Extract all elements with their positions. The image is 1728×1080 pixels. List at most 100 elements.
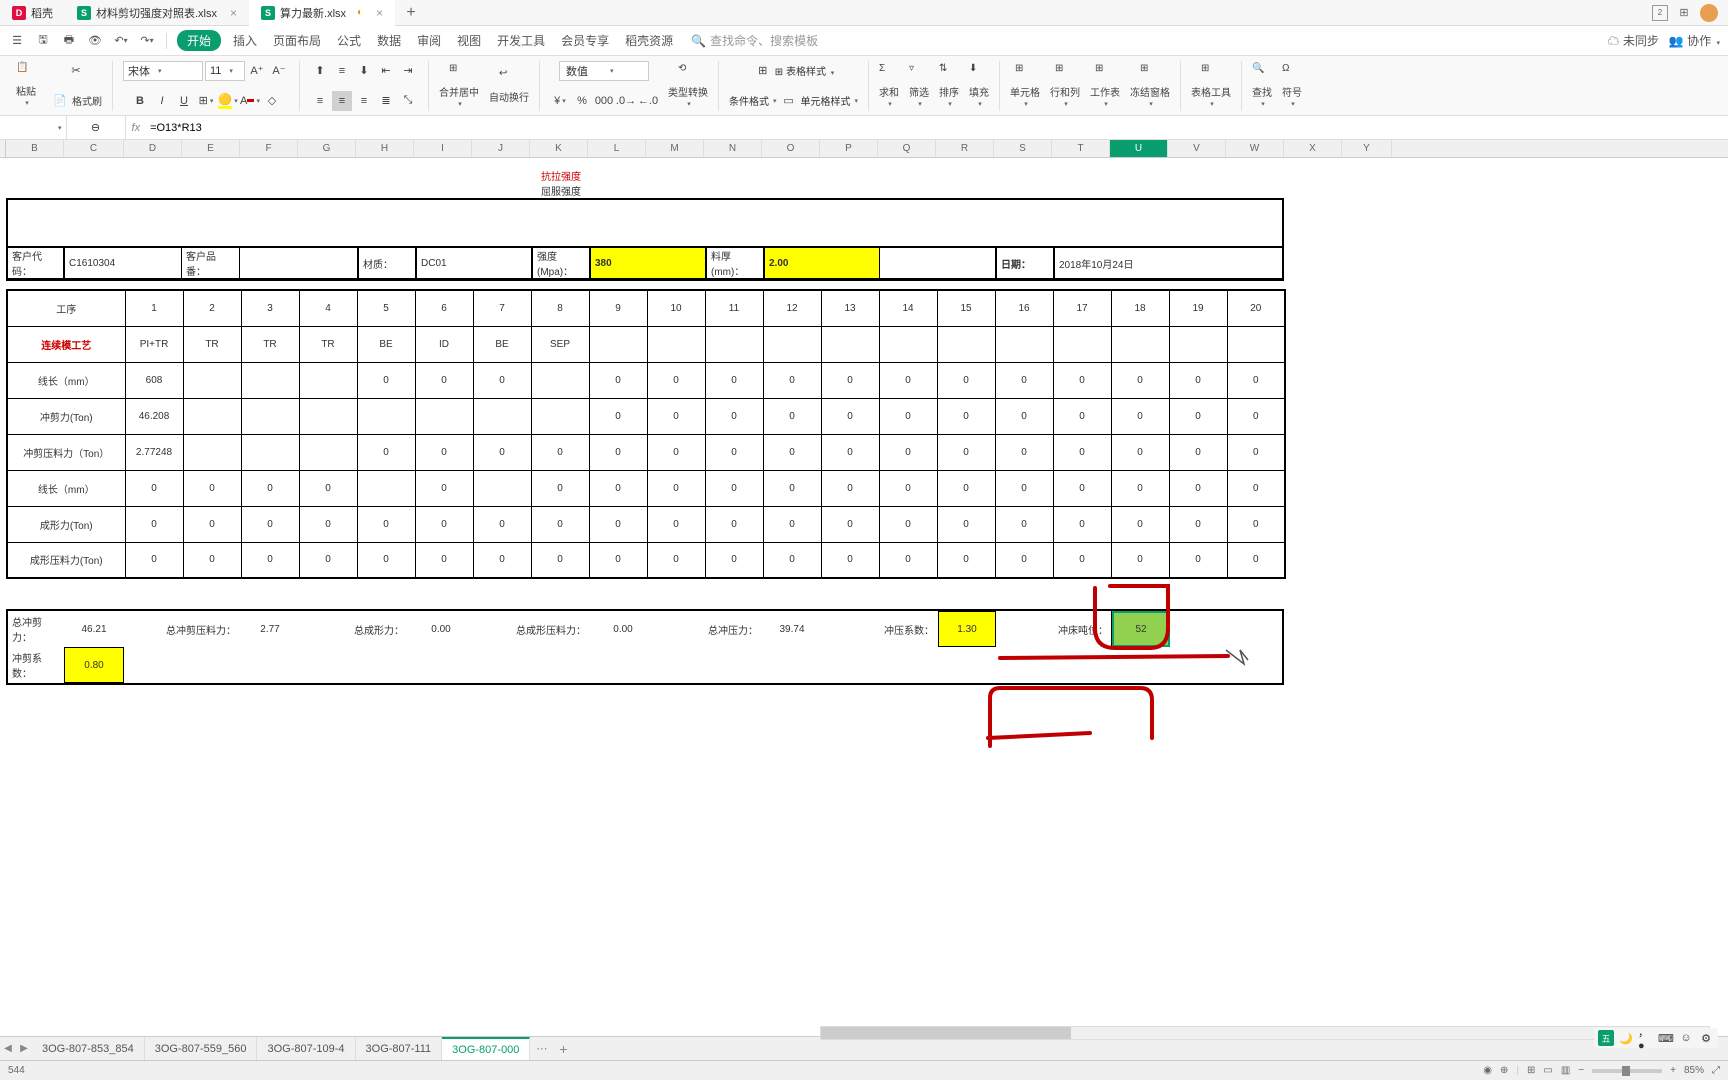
data-cell[interactable]: 0 <box>299 542 357 578</box>
data-cell[interactable]: 0 <box>125 542 183 578</box>
find-button[interactable]: 🔍查找▾ <box>1248 61 1276 110</box>
name-box-dropdown[interactable]: ▾ <box>54 124 66 132</box>
zoom-in-icon[interactable]: + <box>1670 1065 1676 1076</box>
data-cell[interactable]: 0 <box>473 434 531 470</box>
data-cell[interactable]: 0 <box>531 542 589 578</box>
save-icon[interactable]: 🖫 <box>34 32 52 50</box>
data-cell[interactable]: 0 <box>995 542 1053 578</box>
font-color-button[interactable]: A▾ <box>240 91 260 111</box>
column-header[interactable]: X <box>1284 140 1342 157</box>
column-header[interactable]: K <box>530 140 588 157</box>
nav-next-icon[interactable]: ▶ <box>16 1041 32 1057</box>
data-cell[interactable]: 0 <box>879 542 937 578</box>
menu-start[interactable]: 开始 <box>177 30 221 51</box>
data-cell[interactable]: 0 <box>241 542 299 578</box>
wrap-button[interactable]: ↩自动换行 <box>485 66 533 106</box>
data-cell[interactable]: 0 <box>647 362 705 398</box>
data-cell[interactable]: 0 <box>937 398 995 434</box>
data-cell[interactable]: 0 <box>763 398 821 434</box>
column-header[interactable]: J <box>472 140 530 157</box>
data-cell[interactable]: 0 <box>473 506 531 542</box>
font-grow-icon[interactable]: A⁺ <box>247 61 267 81</box>
undo-icon[interactable]: ↶▾ <box>112 32 130 50</box>
data-cell[interactable]: 0 <box>1053 506 1111 542</box>
data-cell[interactable]: BE <box>473 326 531 362</box>
data-cell[interactable]: 0 <box>299 470 357 506</box>
column-header[interactable]: B <box>6 140 64 157</box>
data-cell[interactable]: 0 <box>1169 470 1227 506</box>
font-size-select[interactable]: 11▾ <box>205 61 245 81</box>
cond-fmt-button[interactable]: 条件格式 <box>729 93 769 108</box>
sum-button[interactable]: Σ求和▾ <box>875 61 903 110</box>
data-cell[interactable]: 0 <box>183 470 241 506</box>
add-sheet-icon[interactable]: + <box>553 1041 573 1057</box>
data-cell[interactable]: 0 <box>589 506 647 542</box>
data-cell[interactable]: 0 <box>241 506 299 542</box>
data-cell[interactable]: 2 <box>183 290 241 326</box>
data-cell[interactable] <box>1111 326 1169 362</box>
data-cell[interactable]: 0 <box>821 434 879 470</box>
data-cell[interactable]: 0 <box>1169 434 1227 470</box>
data-cell[interactable]: SEP <box>531 326 589 362</box>
data-cell[interactable] <box>241 362 299 398</box>
print-icon[interactable]: 🖶 <box>60 32 78 50</box>
data-cell[interactable] <box>763 326 821 362</box>
data-cell[interactable]: 12 <box>763 290 821 326</box>
data-cell[interactable]: 0 <box>821 470 879 506</box>
horizontal-scrollbar[interactable] <box>820 1026 1710 1040</box>
menu-layout[interactable]: 页面布局 <box>269 32 325 49</box>
table-format-button[interactable]: ⊞ 表格样式 ▾ <box>775 63 834 78</box>
data-cell[interactable]: 0 <box>1227 506 1285 542</box>
data-cell[interactable] <box>705 326 763 362</box>
data-cell[interactable]: 0 <box>1111 506 1169 542</box>
font-shrink-icon[interactable]: A⁻ <box>269 61 289 81</box>
data-cell[interactable] <box>1053 326 1111 362</box>
data-cell[interactable]: 0 <box>879 470 937 506</box>
data-cell[interactable]: 0 <box>589 434 647 470</box>
column-header[interactable]: I <box>414 140 472 157</box>
menu-review[interactable]: 审阅 <box>413 32 445 49</box>
data-cell[interactable]: 0 <box>1053 398 1111 434</box>
fill-color-button[interactable]: 🟡▾ <box>218 91 238 111</box>
data-cell[interactable]: 0 <box>763 542 821 578</box>
data-cell[interactable] <box>415 398 473 434</box>
menu-dev[interactable]: 开发工具 <box>493 32 549 49</box>
column-header[interactable]: R <box>936 140 994 157</box>
data-cell[interactable]: 0 <box>1111 362 1169 398</box>
data-cell[interactable]: 0 <box>1053 362 1111 398</box>
data-cell[interactable]: 0 <box>1053 542 1111 578</box>
collab-button[interactable]: 👥 协作 ▾ <box>1669 32 1720 49</box>
nav-prev-icon[interactable]: ◀ <box>0 1041 16 1057</box>
copy-icon[interactable]: 📄 <box>50 91 70 111</box>
column-header[interactable]: H <box>356 140 414 157</box>
indent-dec-icon[interactable]: ⇤ <box>376 61 396 81</box>
data-cell[interactable]: 0 <box>821 398 879 434</box>
data-cell[interactable]: 0 <box>995 470 1053 506</box>
data-cell[interactable]: 0 <box>821 542 879 578</box>
avatar[interactable] <box>1700 4 1718 22</box>
data-cell[interactable]: 0 <box>415 470 473 506</box>
data-cell[interactable]: ID <box>415 326 473 362</box>
data-cell[interactable]: 0 <box>647 506 705 542</box>
data-cell[interactable]: 0 <box>763 362 821 398</box>
data-cell[interactable]: 20 <box>1227 290 1285 326</box>
data-cell[interactable]: 0 <box>1053 434 1111 470</box>
underline-button[interactable]: U <box>174 91 194 111</box>
data-cell[interactable]: 5 <box>357 290 415 326</box>
data-cell[interactable]: 0 <box>1227 470 1285 506</box>
data-cell[interactable] <box>299 434 357 470</box>
data-cell[interactable]: 10 <box>647 290 705 326</box>
zoom-out-icon[interactable]: − <box>1578 1065 1584 1076</box>
smile-icon[interactable]: ☺ <box>1678 1030 1694 1046</box>
sheet-tab[interactable]: 3OG-807-109-4 <box>257 1037 355 1061</box>
data-cell[interactable]: 0 <box>357 506 415 542</box>
data-cell[interactable]: 0 <box>531 470 589 506</box>
data-cell[interactable]: 0 <box>125 470 183 506</box>
data-cell[interactable]: BE <box>357 326 415 362</box>
sort-button[interactable]: ⇅排序▾ <box>935 61 963 110</box>
column-header[interactable]: W <box>1226 140 1284 157</box>
column-header[interactable]: D <box>124 140 182 157</box>
data-cell[interactable]: 0 <box>647 542 705 578</box>
align-middle-icon[interactable]: ≡ <box>332 61 352 81</box>
column-header[interactable]: Q <box>878 140 936 157</box>
